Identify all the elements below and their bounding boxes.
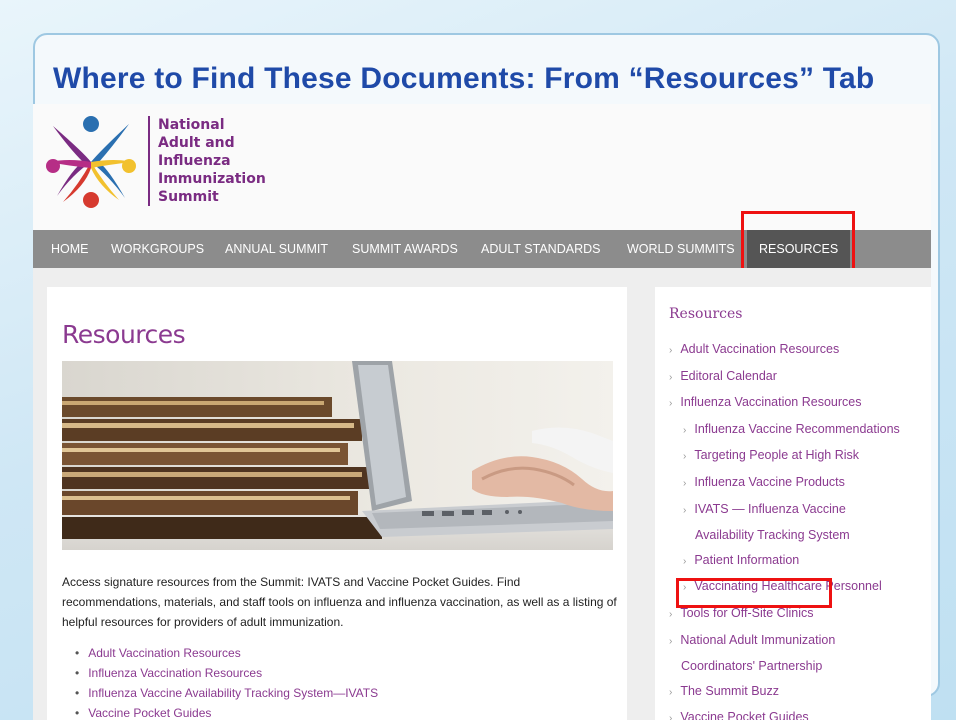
chevron-right-icon: › xyxy=(683,504,687,516)
list-item[interactable]: Adult Vaccination Resources xyxy=(75,643,378,663)
chevron-right-icon: › xyxy=(669,713,673,720)
sidebar-item-off-site-clinics[interactable]: › Tools for Off-Site Clinics xyxy=(669,601,931,628)
logo-line: Influenza xyxy=(158,153,231,169)
sidebar-item-naicp-cont[interactable]: Coordinators' Partnership xyxy=(669,654,931,679)
nav-summit-awards[interactable]: SUMMIT AWARDS xyxy=(344,230,466,268)
hero-image-books-laptop xyxy=(62,361,613,550)
logo-line: Summit xyxy=(158,189,219,205)
nav-resources[interactable]: RESOURCES xyxy=(747,230,851,268)
sidebar-item-adult-vaccination[interactable]: › Adult Vaccination Resources xyxy=(669,337,931,364)
page-title: Resources xyxy=(62,320,186,349)
chevron-right-icon: › xyxy=(683,424,687,436)
list-item[interactable]: Vaccine Pocket Guides xyxy=(75,703,378,720)
logo-line: Adult and xyxy=(158,135,235,151)
chevron-right-icon: › xyxy=(683,451,687,463)
list-item[interactable]: Influenza Vaccination Resources xyxy=(75,663,378,683)
sidebar-item-naicp[interactable]: › National Adult Immunization xyxy=(669,628,931,655)
slide-title: Where to Find These Documents: From “Res… xyxy=(53,62,875,95)
chevron-right-icon: › xyxy=(669,371,673,383)
summit-logo-icon[interactable] xyxy=(43,112,139,210)
resource-links: Adult Vaccination Resources Influenza Va… xyxy=(75,643,378,720)
chevron-right-icon: › xyxy=(683,555,687,567)
sidebar: Resources › Adult Vaccination Resources ›… xyxy=(655,287,931,720)
sidebar-item-summit-buzz[interactable]: › The Summit Buzz xyxy=(669,679,931,706)
main-content: Resources Access signature resources fro… xyxy=(47,287,627,720)
nav-home[interactable]: HOME xyxy=(43,230,97,268)
logo-line: Immunization xyxy=(158,171,266,187)
logo-wordmark[interactable]: National Adult and Influenza Immunizatio… xyxy=(148,116,266,206)
main-navigation: HOME WORKGROUPS ANNUAL SUMMIT SUMMIT AWA… xyxy=(33,230,931,268)
nav-workgroups[interactable]: WORKGROUPS xyxy=(103,230,212,268)
chevron-right-icon: › xyxy=(669,345,673,356)
logo-line: National xyxy=(158,117,225,133)
chevron-right-icon: › xyxy=(683,477,687,489)
sidebar-item-pocket-guides[interactable]: › Vaccine Pocket Guides xyxy=(669,705,931,720)
sidebar-item-vaccine-recommendations[interactable]: › Influenza Vaccine Recommendations xyxy=(669,417,931,444)
nav-annual-summit[interactable]: ANNUAL SUMMIT xyxy=(217,230,336,268)
chevron-right-icon: › xyxy=(669,686,673,698)
sidebar-item-patient-information[interactable]: › Patient Information xyxy=(669,548,931,575)
site-header: National Adult and Influenza Immunizatio… xyxy=(33,104,931,230)
chevron-right-icon: › xyxy=(683,582,687,594)
sidebar-item-editorial-calendar[interactable]: › Editoral Calendar xyxy=(669,364,931,391)
sidebar-item-healthcare-personnel[interactable]: › Vaccinating Healthcare Personnel xyxy=(669,574,931,601)
list-item[interactable]: Influenza Vaccine Availability Tracking … xyxy=(75,683,378,703)
intro-paragraph: Access signature resources from the Summ… xyxy=(62,575,617,629)
chevron-right-icon: › xyxy=(669,398,673,410)
website-screenshot: National Adult and Influenza Immunizatio… xyxy=(33,104,931,720)
sidebar-item-influenza-vaccination[interactable]: › Influenza Vaccination Resources xyxy=(669,390,931,417)
sidebar-title: Resources xyxy=(669,306,743,322)
nav-adult-standards[interactable]: ADULT STANDARDS xyxy=(473,230,608,268)
chevron-right-icon: › xyxy=(669,635,673,647)
sidebar-item-vaccine-products[interactable]: › Influenza Vaccine Products xyxy=(669,470,931,497)
sidebar-menu: › Adult Vaccination Resources › Editoral C… xyxy=(669,337,931,720)
sidebar-item-high-risk[interactable]: › Targeting People at High Risk xyxy=(669,443,931,470)
sidebar-item-ivats[interactable]: › IVATS — Influenza Vaccine xyxy=(669,497,931,524)
chevron-right-icon: › xyxy=(669,608,673,620)
sidebar-item-ivats-cont[interactable]: Availability Tracking System xyxy=(669,523,931,548)
nav-world-summits[interactable]: WORLD SUMMITS xyxy=(619,230,743,268)
